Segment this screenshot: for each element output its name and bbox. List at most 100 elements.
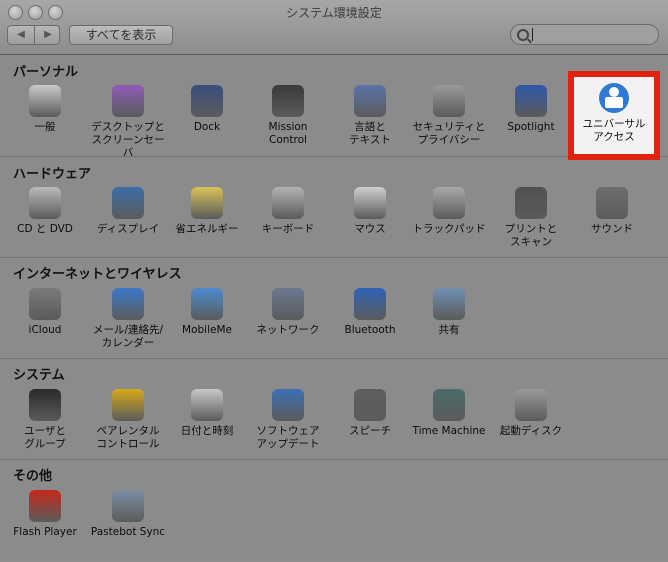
- pref-item-label: セキュリティと プライバシー: [412, 121, 486, 146]
- system-preferences-window: システム環境設定 ◀ ▶ すべてを表示 パーソナル 一般 デスクトップと スクリー…: [0, 0, 668, 561]
- software-update-icon: [272, 389, 304, 421]
- time-machine-icon: [433, 389, 465, 421]
- pref-item[interactable]: Flash Player: [6, 490, 84, 539]
- date-time-icon: [191, 389, 223, 421]
- pref-item[interactable]: 省エネルギー: [168, 187, 246, 236]
- pref-item-label: ディスプレイ: [96, 223, 160, 235]
- universal-access-highlight[interactable]: ユニバーサル アクセス: [568, 71, 660, 160]
- back-button[interactable]: ◀: [8, 26, 34, 44]
- bluetooth-icon: [354, 288, 386, 320]
- general-icon: [29, 85, 61, 117]
- mouse-icon: [354, 187, 386, 219]
- pref-item[interactable]: プリントと スキャン: [492, 187, 570, 249]
- pref-item[interactable]: セキュリティと プライバシー: [410, 85, 488, 147]
- parental-controls-icon: [112, 389, 144, 421]
- pref-item-label: ペアレンタル コントロール: [96, 425, 160, 450]
- pref-item[interactable]: iCloud: [6, 288, 84, 337]
- pastebot-sync-icon: [112, 490, 144, 522]
- pref-item-label: 起動ディスク: [499, 425, 563, 437]
- mobileme-icon: [191, 288, 223, 320]
- pref-item-label: ネットワーク: [256, 324, 320, 336]
- spotlight-icon: [515, 85, 547, 117]
- pref-item[interactable]: ネットワーク: [249, 288, 327, 337]
- section-other: その他 Flash Player Pastebot Sync: [0, 459, 668, 562]
- pref-item[interactable]: ディスプレイ: [89, 187, 167, 236]
- icloud-icon: [29, 288, 61, 320]
- desktop-icon: [112, 85, 144, 117]
- pref-item[interactable]: ペアレンタル コントロール: [89, 389, 167, 451]
- section-label: その他: [13, 469, 53, 484]
- section-label: パーソナル: [13, 65, 79, 80]
- pref-item-label: ユーザと グループ: [24, 425, 66, 450]
- universal-access-item[interactable]: ユニバーサル アクセス: [574, 77, 654, 144]
- display-icon: [112, 187, 144, 219]
- pref-item-label: Spotlight: [507, 121, 555, 133]
- pref-item[interactable]: ソフトウェア アップデート: [249, 389, 327, 451]
- pref-item-label: デスクトップと スクリーンセーバ: [91, 121, 165, 159]
- pref-item-label: トラックパッド: [412, 223, 486, 235]
- pref-item-label: マウス: [354, 223, 386, 235]
- pref-item-label: Bluetooth: [344, 324, 396, 336]
- pref-item[interactable]: メール/連絡先/ カレンダー: [89, 288, 167, 350]
- energy-saver-icon: [191, 187, 223, 219]
- language-icon: [354, 85, 386, 117]
- pref-item-label: ソフトウェア アップデート: [256, 425, 320, 450]
- sound-icon: [596, 187, 628, 219]
- printer-icon: [515, 187, 547, 219]
- flash-player-icon: [29, 490, 61, 522]
- pref-item-label: iCloud: [28, 324, 62, 336]
- pref-item[interactable]: Bluetooth: [331, 288, 409, 337]
- search-icon: [517, 29, 529, 41]
- pref-item[interactable]: 一般: [6, 85, 84, 134]
- search-field[interactable]: [510, 24, 659, 45]
- users-icon: [29, 389, 61, 421]
- mission-control-icon: [272, 85, 304, 117]
- pref-item-label: CD と DVD: [17, 223, 73, 235]
- keyboard-icon: [272, 187, 304, 219]
- pref-item-label: メール/連絡先/ カレンダー: [92, 324, 164, 349]
- pref-item-label: 一般: [34, 121, 56, 133]
- pref-item[interactable]: 共有: [410, 288, 488, 337]
- section-internet-wireless: インターネットとワイヤレス iCloud メール/連絡先/ カレンダー Mobile…: [0, 257, 668, 358]
- pref-item-label: サウンド: [591, 223, 633, 235]
- pref-item[interactable]: Dock: [168, 85, 246, 134]
- pref-item[interactable]: マウス: [331, 187, 409, 236]
- pref-item-label: 言語と テキスト: [349, 121, 391, 146]
- pref-item[interactable]: 言語と テキスト: [331, 85, 409, 147]
- startup-disk-icon: [515, 389, 547, 421]
- pref-item[interactable]: 起動ディスク: [492, 389, 570, 438]
- section-label: ハードウェア: [13, 167, 92, 182]
- network-icon: [272, 288, 304, 320]
- mail-icon: [112, 288, 144, 320]
- pref-item-label: スピーチ: [349, 425, 391, 437]
- nav-button-group: ◀ ▶: [7, 25, 60, 45]
- cd-dvd-icon: [29, 187, 61, 219]
- pref-item[interactable]: 日付と時刻: [168, 389, 246, 438]
- show-all-button[interactable]: すべてを表示: [69, 25, 173, 45]
- forward-button[interactable]: ▶: [35, 26, 61, 44]
- pref-item[interactable]: サウンド: [573, 187, 651, 236]
- titlebar: システム環境設定 ◀ ▶ すべてを表示: [0, 0, 668, 55]
- pref-item[interactable]: CD と DVD: [6, 187, 84, 236]
- pref-item[interactable]: Mission Control: [249, 85, 327, 147]
- trackpad-icon: [433, 187, 465, 219]
- pref-item-label: 省エネルギー: [175, 223, 239, 235]
- universal-access-icon: [599, 83, 629, 113]
- pref-item[interactable]: トラックパッド: [410, 187, 488, 236]
- pref-item[interactable]: Time Machine: [410, 389, 488, 438]
- pref-item-label: ユニバーサル アクセス: [582, 118, 646, 143]
- pref-item[interactable]: Spotlight: [492, 85, 570, 134]
- pref-item-label: キーボード: [261, 223, 315, 235]
- pref-item[interactable]: スピーチ: [331, 389, 409, 438]
- speech-icon: [354, 389, 386, 421]
- pref-item[interactable]: Pastebot Sync: [89, 490, 167, 539]
- pref-item-label: MobileMe: [182, 324, 232, 336]
- pref-item-label: Pastebot Sync: [90, 526, 166, 538]
- security-icon: [433, 85, 465, 117]
- pref-item[interactable]: MobileMe: [168, 288, 246, 337]
- pref-item-label: 共有: [438, 324, 460, 336]
- pref-item[interactable]: キーボード: [249, 187, 327, 236]
- section-hardware: ハードウェア CD と DVD ディスプレイ 省エネルギー キーボード マウス トラックパ…: [0, 156, 668, 257]
- pref-item[interactable]: デスクトップと スクリーンセーバ: [89, 85, 167, 160]
- pref-item[interactable]: ユーザと グループ: [6, 389, 84, 451]
